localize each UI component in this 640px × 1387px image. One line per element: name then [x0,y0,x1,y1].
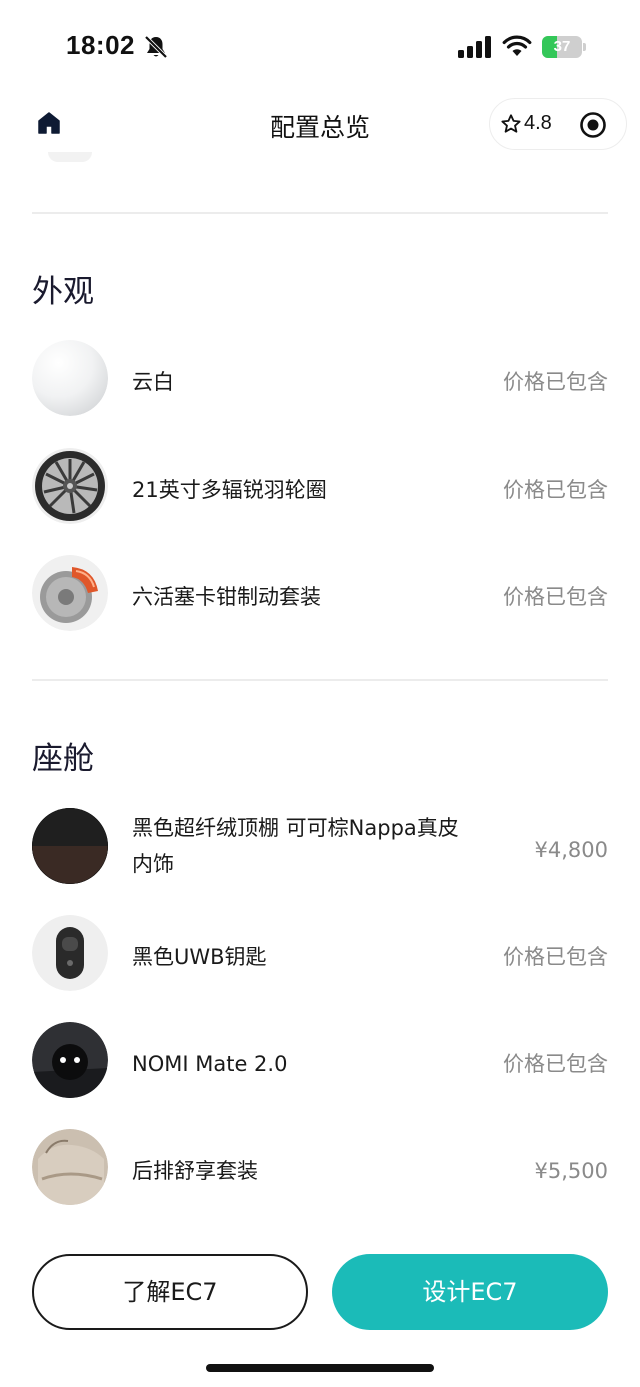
interior-swatch-icon [32,808,108,884]
section-title-exterior: 外观 [32,274,94,310]
list-item-rear-seat[interactable]: 后排舒享套装 ¥5,500 [32,1127,608,1207]
battery-indicator: 37 [542,36,586,58]
learn-ec7-button[interactable]: 了解EC7 [32,1254,308,1330]
item-name: NOMI Mate 2.0 [132,1052,288,1076]
list-item-uwb-key[interactable]: 黑色UWB钥匙 价格已包含 [32,913,608,993]
list-item-cloud-white[interactable]: 云白 价格已包含 [32,338,608,418]
item-price: ¥4,800 [534,838,608,862]
item-price: ¥5,500 [534,1159,608,1183]
list-item-nomi[interactable]: NOMI Mate 2.0 价格已包含 [32,1020,608,1100]
status-bar: 18:02 37 [0,0,640,92]
list-item-wheel[interactable]: 21英寸多辐锐羽轮圈 价格已包含 [32,446,608,526]
item-price: 价格已包含 [503,370,608,394]
item-price: 价格已包含 [503,1052,608,1076]
wifi-icon [502,35,532,56]
signal-icon [458,36,491,58]
car-key-icon [32,915,108,991]
item-name: 后排舒享套装 [132,1159,258,1183]
divider [32,212,608,214]
mini-program-capsule: 4.8 [489,98,627,150]
home-indicator [206,1364,434,1372]
divider [32,679,608,681]
star-icon[interactable] [500,113,522,135]
item-price: 价格已包含 [503,945,608,969]
close-target-icon[interactable] [579,111,607,139]
nomi-robot-icon [32,1022,108,1098]
rear-seat-icon [32,1129,108,1205]
battery-tip [583,43,586,51]
white-color-swatch-icon [32,340,108,416]
battery-body: 37 [542,36,582,58]
rating-value[interactable]: 4.8 [524,112,552,135]
list-item-interior[interactable]: 黑色超纤绒顶棚 可可棕Nappa真皮内饰 ¥4,800 [32,806,608,886]
item-price: 价格已包含 [503,585,608,609]
item-name: 云白 [132,370,174,394]
nav-bar: 配置总览 4.8 [0,92,640,158]
partial-thumbnail [48,152,92,162]
design-ec7-button[interactable]: 设计EC7 [332,1254,608,1330]
item-name: 六活塞卡钳制动套装 [132,585,321,609]
brake-caliper-icon [32,555,108,631]
status-time: 18:02 [66,30,135,60]
bell-muted-icon [144,35,168,59]
item-name: 黑色超纤绒顶棚 可可棕Nappa真皮内饰 [132,816,459,876]
list-item-brake[interactable]: 六活塞卡钳制动套装 价格已包含 [32,553,608,633]
item-price: 价格已包含 [503,478,608,502]
item-name: 黑色UWB钥匙 [132,945,267,969]
item-name: 21英寸多辐锐羽轮圈 [132,478,327,502]
battery-percent: 37 [553,38,571,55]
section-title-cabin: 座舱 [32,741,94,777]
wheel-rim-icon [32,448,108,524]
